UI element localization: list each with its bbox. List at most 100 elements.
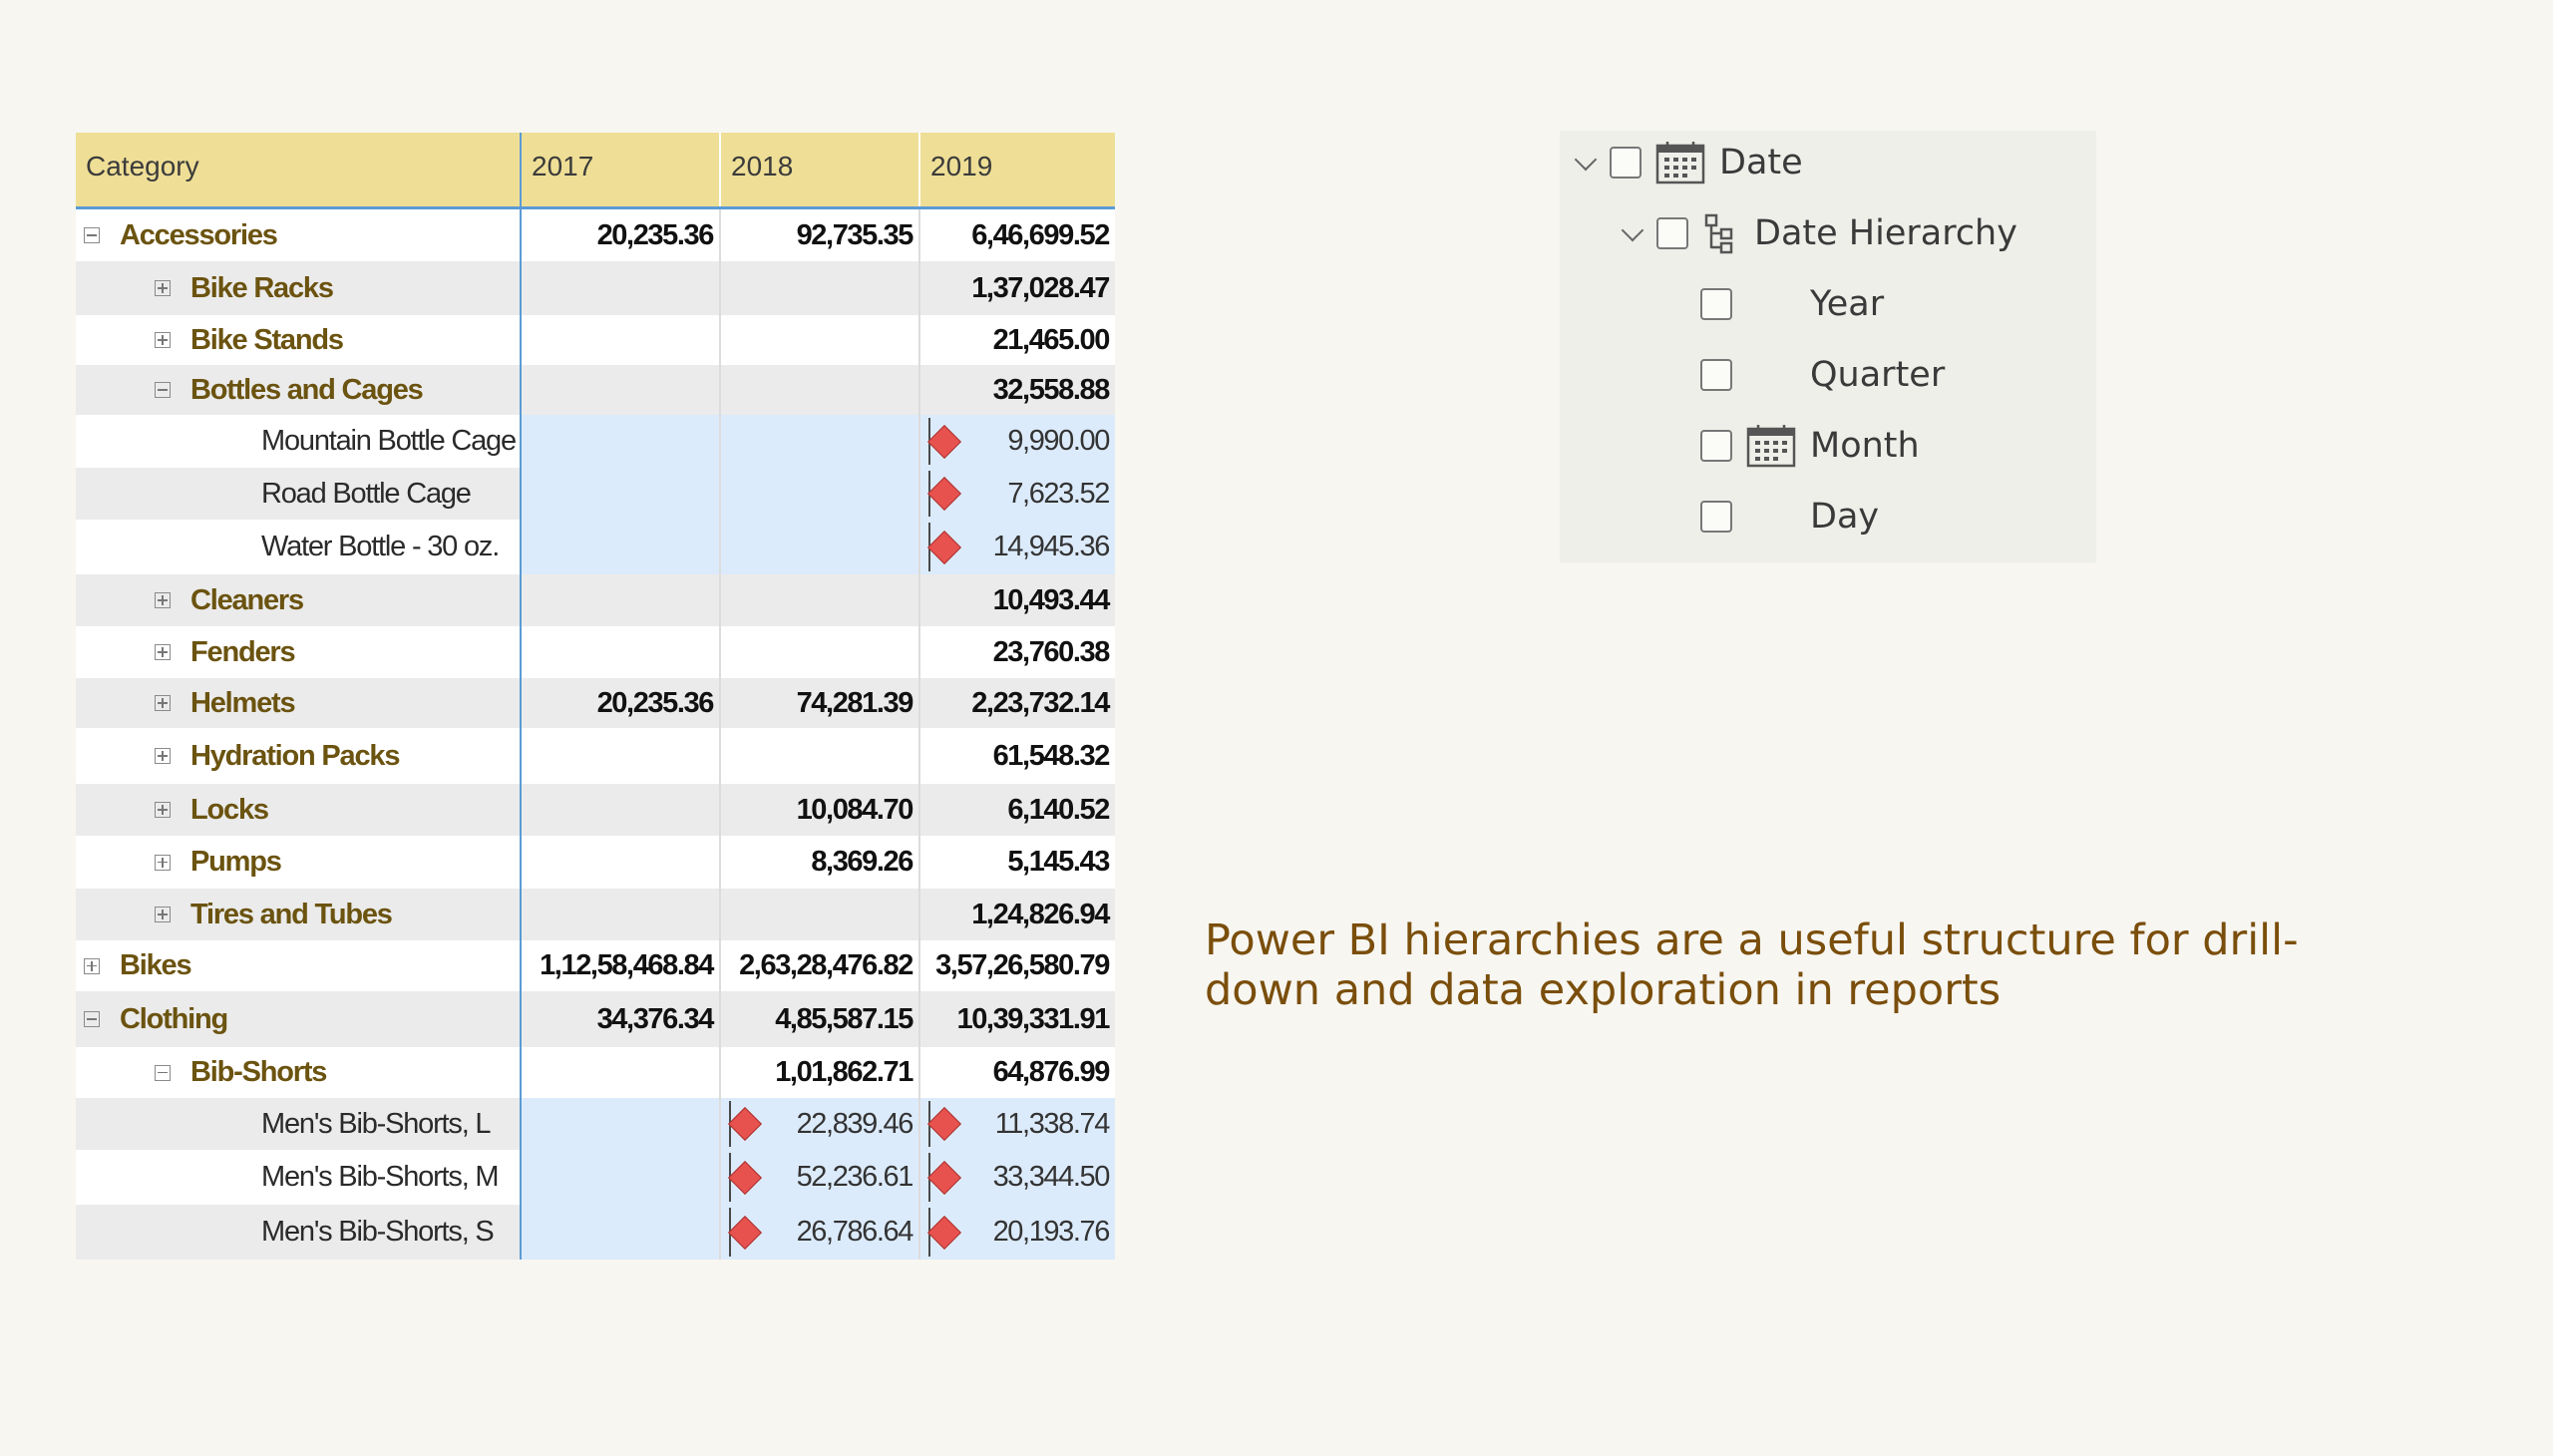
table-row[interactable]: Men's Bib-Shorts, M 52,236.61 33,344.50 — [76, 1150, 1115, 1205]
column-header-category[interactable]: Category — [76, 133, 522, 206]
value-cell-2017[interactable] — [522, 836, 721, 889]
row-header-cell[interactable]: Bike Racks — [76, 261, 522, 315]
expand-icon[interactable] — [84, 957, 100, 974]
value-cell-2017[interactable] — [522, 261, 721, 315]
row-header-cell[interactable]: Road Bottle Cage — [76, 468, 522, 520]
field-year-checkbox[interactable] — [1700, 288, 1732, 320]
row-header-cell[interactable]: Pumps — [76, 836, 522, 889]
expand-icon[interactable] — [155, 907, 171, 922]
value-cell-2017[interactable] — [522, 1205, 721, 1260]
value-cell-2017[interactable] — [522, 1047, 721, 1098]
value-cell-2017[interactable]: 20,235.36 — [522, 209, 721, 261]
value-cell-2017[interactable]: 34,376.34 — [522, 991, 721, 1047]
value-cell-2019[interactable]: 7,623.52 — [920, 468, 1115, 520]
row-header-cell[interactable]: Bikes — [76, 940, 522, 991]
field-day-checkbox[interactable] — [1700, 501, 1732, 533]
value-cell-2017[interactable] — [522, 415, 721, 468]
field-date-hierarchy-checkbox[interactable] — [1656, 217, 1688, 249]
value-cell-2019[interactable]: 9,990.00 — [920, 415, 1115, 468]
value-cell-2017[interactable]: 1,12,58,468.84 — [522, 940, 721, 991]
value-cell-2017[interactable] — [522, 520, 721, 574]
row-header-cell[interactable]: Clothing — [76, 991, 522, 1047]
column-header-2017[interactable]: 2017 — [522, 133, 721, 206]
column-header-2019[interactable]: 2019 — [920, 133, 1115, 206]
value-cell-2019[interactable]: 11,338.74 — [920, 1098, 1115, 1150]
table-row[interactable]: Pumps 8,369.26 5,145.43 — [76, 836, 1115, 889]
value-cell-2018[interactable]: 74,281.39 — [721, 678, 920, 728]
column-header-2018[interactable]: 2018 — [721, 133, 920, 206]
value-cell-2019[interactable]: 6,46,699.52 — [920, 209, 1115, 261]
value-cell-2017[interactable] — [522, 1098, 721, 1150]
value-cell-2017[interactable] — [522, 365, 721, 415]
value-cell-2018[interactable]: 8,369.26 — [721, 836, 920, 889]
value-cell-2019[interactable]: 3,57,26,580.79 — [920, 940, 1115, 991]
value-cell-2019[interactable]: 6,140.52 — [920, 784, 1115, 836]
value-cell-2019[interactable]: 10,39,331.91 — [920, 991, 1115, 1047]
field-quarter-checkbox[interactable] — [1700, 359, 1732, 391]
value-cell-2018[interactable] — [721, 574, 920, 626]
row-header-cell[interactable]: Men's Bib-Shorts, S — [76, 1205, 522, 1260]
expand-icon[interactable] — [155, 280, 171, 296]
value-cell-2018[interactable] — [721, 520, 920, 574]
table-row[interactable]: Bikes 1,12,58,468.84 2,63,28,476.82 3,57,26… — [76, 940, 1115, 991]
value-cell-2019[interactable]: 20,193.76 — [920, 1205, 1115, 1260]
value-cell-2019[interactable]: 21,465.00 — [920, 315, 1115, 365]
value-cell-2018[interactable]: 52,236.61 — [721, 1150, 920, 1205]
table-row[interactable]: Bike Stands 21,465.00 — [76, 315, 1115, 365]
table-row[interactable]: Bib-Shorts 1,01,862.71 64,876.99 — [76, 1047, 1115, 1098]
field-month-checkbox[interactable] — [1700, 430, 1732, 462]
value-cell-2019[interactable]: 1,24,826.94 — [920, 889, 1115, 940]
row-header-cell[interactable]: Fenders — [76, 626, 522, 678]
value-cell-2018[interactable]: 1,01,862.71 — [721, 1047, 920, 1098]
table-row[interactable]: Hydration Packs 61,548.32 — [76, 728, 1115, 784]
field-quarter[interactable]: Quarter — [1700, 350, 1945, 400]
value-cell-2019[interactable]: 64,876.99 — [920, 1047, 1115, 1098]
value-cell-2017[interactable] — [522, 1150, 721, 1205]
row-header-cell[interactable]: Bottles and Cages — [76, 365, 522, 415]
expand-icon[interactable] — [155, 695, 171, 711]
collapse-icon[interactable] — [84, 1011, 100, 1027]
row-header-cell[interactable]: Cleaners — [76, 574, 522, 626]
value-cell-2017[interactable]: 20,235.36 — [522, 678, 721, 728]
row-header-cell[interactable]: Hydration Packs — [76, 728, 522, 784]
value-cell-2017[interactable] — [522, 574, 721, 626]
value-cell-2018[interactable] — [721, 315, 920, 365]
value-cell-2019[interactable]: 14,945.36 — [920, 520, 1115, 574]
expand-icon[interactable] — [155, 592, 171, 608]
table-row[interactable]: Tires and Tubes 1,24,826.94 — [76, 889, 1115, 940]
field-date[interactable]: Date — [1574, 138, 1803, 187]
chevron-down-icon[interactable] — [1574, 152, 1596, 174]
value-cell-2019[interactable]: 2,23,732.14 — [920, 678, 1115, 728]
value-cell-2018[interactable] — [721, 261, 920, 315]
value-cell-2017[interactable] — [522, 784, 721, 836]
expand-icon[interactable] — [155, 644, 171, 660]
value-cell-2019[interactable]: 1,37,028.47 — [920, 261, 1115, 315]
row-header-cell[interactable]: Tires and Tubes — [76, 889, 522, 940]
row-header-cell[interactable]: Men's Bib-Shorts, L — [76, 1098, 522, 1150]
value-cell-2018[interactable] — [721, 468, 920, 520]
value-cell-2017[interactable] — [522, 889, 721, 940]
table-row[interactable]: Locks 10,084.70 6,140.52 — [76, 784, 1115, 836]
value-cell-2018[interactable] — [721, 365, 920, 415]
row-header-cell[interactable]: Men's Bib-Shorts, M — [76, 1150, 522, 1205]
value-cell-2018[interactable] — [721, 728, 920, 784]
table-row[interactable]: Cleaners 10,493.44 — [76, 574, 1115, 626]
value-cell-2017[interactable] — [522, 468, 721, 520]
value-cell-2019[interactable]: 5,145.43 — [920, 836, 1115, 889]
expand-icon[interactable] — [155, 802, 171, 818]
expand-icon[interactable] — [155, 854, 171, 871]
value-cell-2019[interactable]: 32,558.88 — [920, 365, 1115, 415]
table-row[interactable]: Road Bottle Cage 7,623.52 — [76, 468, 1115, 520]
value-cell-2018[interactable]: 92,735.35 — [721, 209, 920, 261]
field-month[interactable]: Month — [1700, 421, 1920, 471]
collapse-icon[interactable] — [155, 382, 171, 398]
value-cell-2017[interactable] — [522, 626, 721, 678]
expand-icon[interactable] — [155, 748, 171, 764]
field-date-hierarchy[interactable]: Date Hierarchy — [1621, 208, 2017, 258]
value-cell-2018[interactable]: 26,786.64 — [721, 1205, 920, 1260]
table-row[interactable]: Bottles and Cages 32,558.88 — [76, 365, 1115, 415]
field-day[interactable]: Day — [1700, 492, 1879, 542]
field-year[interactable]: Year — [1700, 279, 1884, 329]
value-cell-2018[interactable] — [721, 415, 920, 468]
table-row[interactable]: Men's Bib-Shorts, L 22,839.46 11,338.74 — [76, 1098, 1115, 1150]
